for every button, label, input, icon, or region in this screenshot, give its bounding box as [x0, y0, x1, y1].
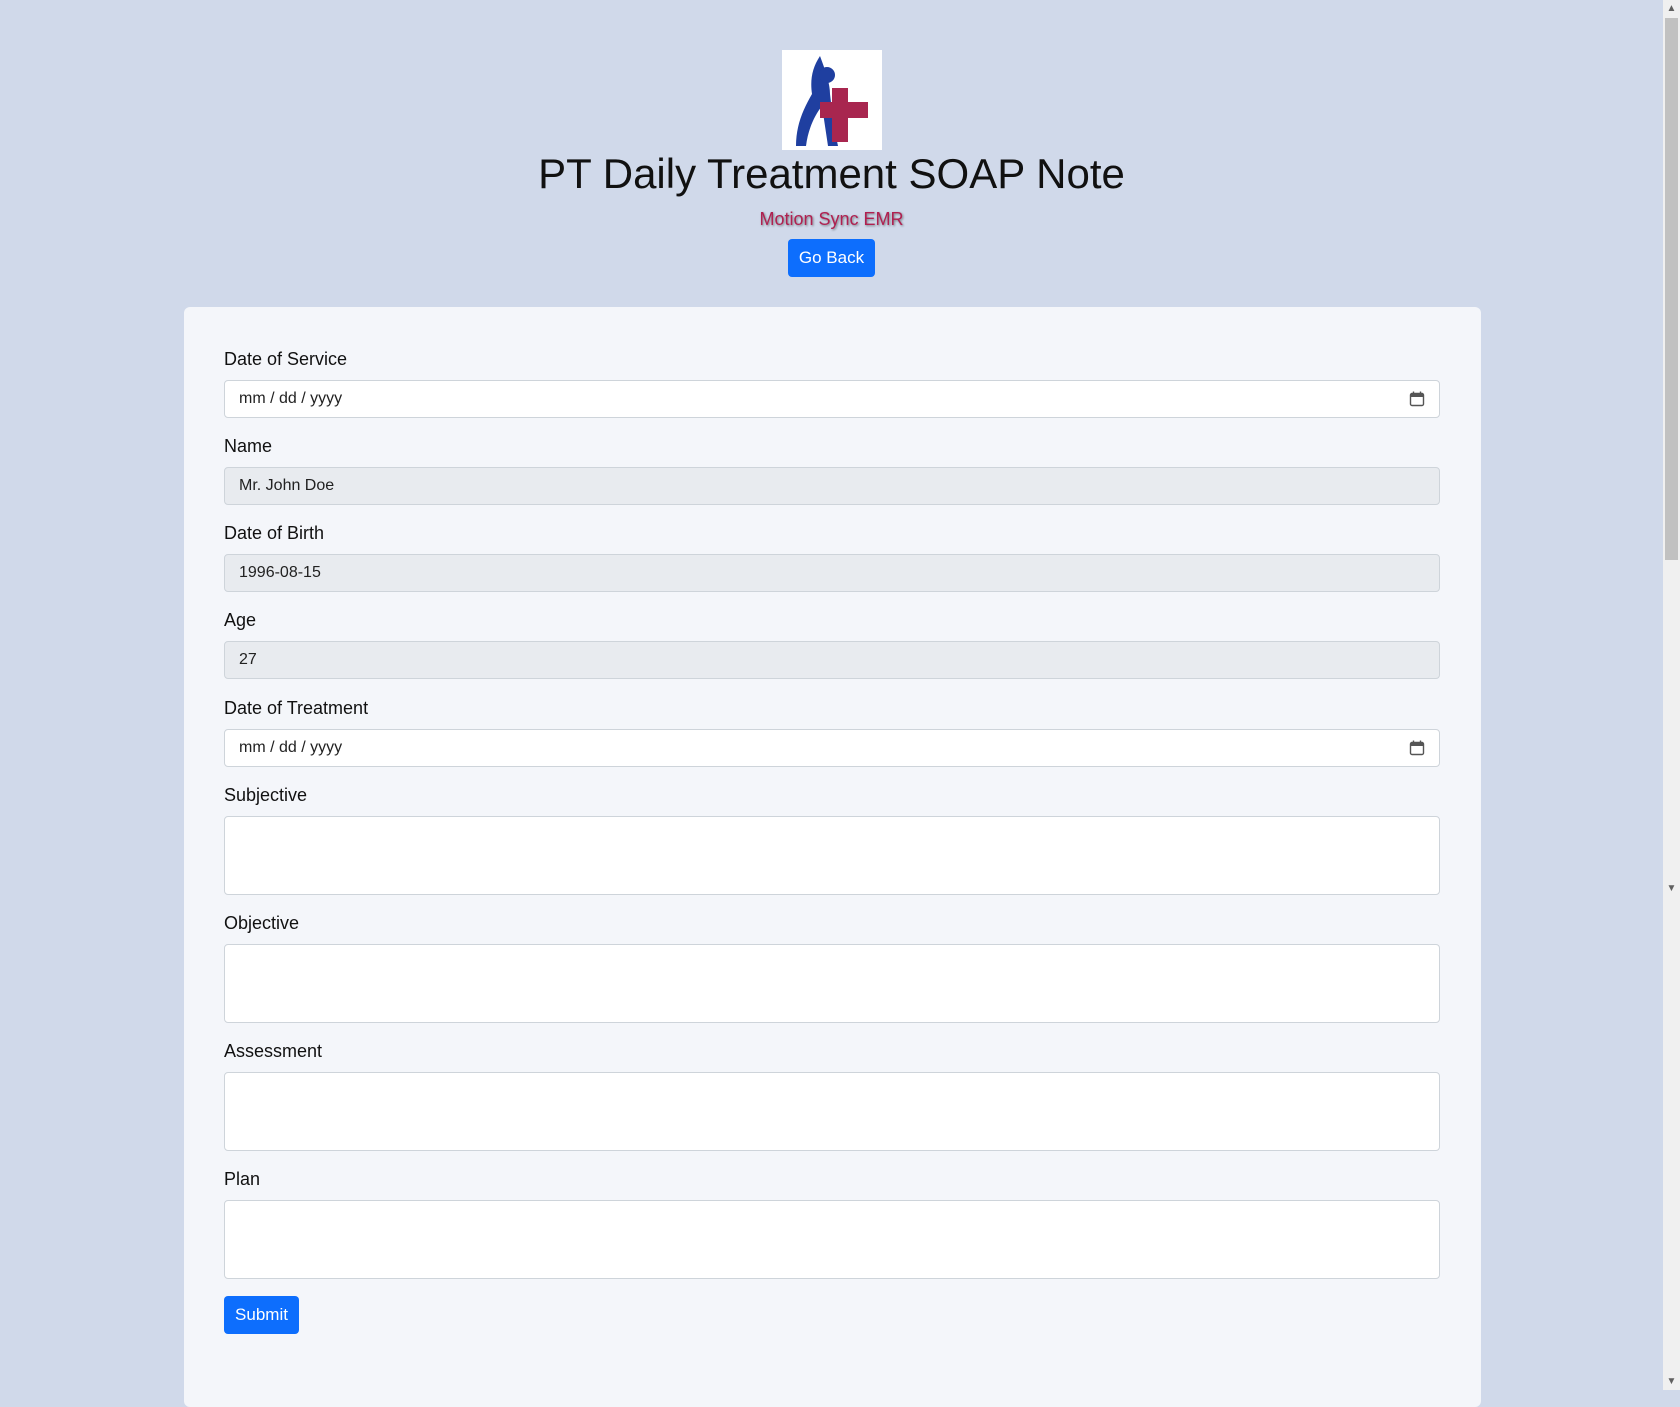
age-field[interactable]: 27 [224, 641, 1440, 679]
date-of-birth-field[interactable]: 1996-08-15 [224, 554, 1440, 592]
scrollbar-thumb[interactable] [1665, 18, 1678, 560]
page-title: PT Daily Treatment SOAP Note [538, 150, 1125, 197]
medical-figure-cross-logo-icon [782, 50, 882, 150]
subjective-label: Subjective [224, 785, 308, 805]
submit-button[interactable]: Submit [224, 1296, 299, 1334]
date-of-service-label: Date of Service [224, 349, 348, 369]
calendar-icon[interactable] [1409, 740, 1425, 756]
calendar-icon[interactable] [1409, 391, 1425, 407]
soap-note-form: Date of Service mm / dd / yyyy Name Mr. … [184, 307, 1481, 1407]
date-of-birth-label: Date of Birth [224, 523, 325, 543]
date-of-service-placeholder: mm / dd / yyyy [239, 390, 343, 407]
go-back-button[interactable]: Go Back [788, 239, 875, 277]
name-label: Name [224, 436, 273, 456]
date-of-service-field[interactable]: mm / dd / yyyy [224, 380, 1440, 418]
subjective-textarea[interactable] [224, 816, 1440, 895]
name-field[interactable]: Mr. John Doe [224, 467, 1440, 505]
age-label: Age [224, 610, 257, 630]
scroll-down-icon[interactable]: ▼ [1663, 880, 1680, 897]
plan-label: Plan [224, 1169, 261, 1189]
scroll-up-icon[interactable]: ▲ [1663, 0, 1680, 17]
objective-label: Objective [224, 913, 300, 933]
app-logo [782, 50, 882, 150]
date-of-treatment-label: Date of Treatment [224, 698, 369, 718]
assessment-textarea[interactable] [224, 1072, 1440, 1151]
date-of-treatment-placeholder: mm / dd / yyyy [239, 739, 343, 756]
assessment-label: Assessment [224, 1041, 323, 1061]
plan-textarea[interactable] [224, 1200, 1440, 1279]
date-of-treatment-field[interactable]: mm / dd / yyyy [224, 729, 1440, 767]
objective-textarea[interactable] [224, 944, 1440, 1023]
scroll-down-end-icon[interactable]: ▼ [1663, 1373, 1680, 1390]
vertical-scrollbar[interactable]: ▲ ▼ ▼ [1663, 0, 1680, 1390]
brand-subtitle: Motion Sync EMR [759, 209, 904, 229]
page: PT Daily Treatment SOAP Note Motion Sync… [0, 0, 1663, 1407]
